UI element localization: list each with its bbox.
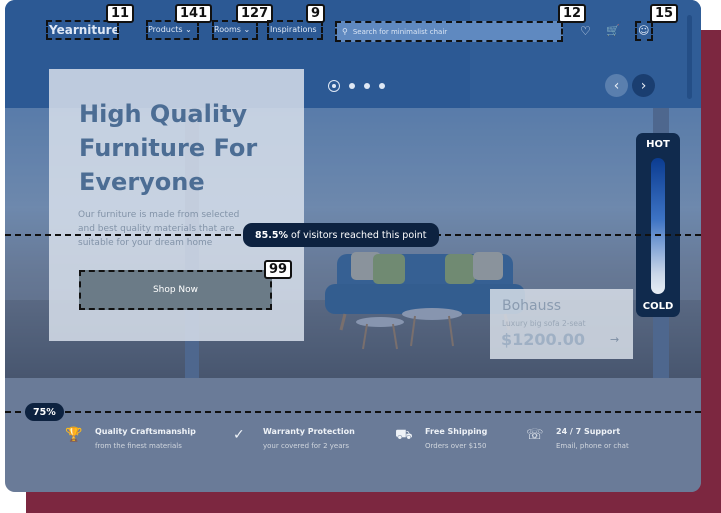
- feature-subtitle: Email, phone or chat: [556, 442, 629, 450]
- user-icon[interactable]: ☺: [638, 25, 649, 37]
- slider-dot[interactable]: [349, 83, 355, 89]
- trophy-icon: 🏆: [65, 427, 83, 443]
- scrollbar[interactable]: [687, 15, 692, 99]
- product-subtitle: Luxury big sofa 2-seat: [502, 319, 586, 328]
- next-arrow-button[interactable]: ›: [632, 74, 655, 97]
- click-zone-rooms: [212, 20, 258, 40]
- click-count-products: 141: [175, 4, 213, 23]
- feature-subtitle: your covered for 2 years: [263, 442, 350, 450]
- features-row: 🏆 Quality Craftsmanship from the finest …: [5, 418, 701, 478]
- product-name: Bohauss: [502, 298, 562, 314]
- headset-icon: ☏: [526, 427, 544, 443]
- heatmap-legend: HOT COLD: [636, 133, 680, 317]
- prev-arrow-button[interactable]: ‹: [605, 74, 628, 97]
- arrow-right-icon[interactable]: →: [610, 333, 619, 346]
- click-zone-inspirations: [267, 20, 323, 40]
- product-card[interactable]: Bohauss Luxury big sofa 2-seat $1200.00 …: [490, 289, 633, 359]
- scroll-reach-line: [5, 411, 701, 413]
- click-count-account: 15: [650, 4, 679, 23]
- click-count-logo: 11: [106, 4, 135, 23]
- click-count-inspirations: 9: [306, 4, 326, 23]
- cart-icon[interactable]: 🛒: [606, 25, 620, 37]
- slider-dot[interactable]: [328, 80, 340, 92]
- scroll-reach-percent: 85.5%: [255, 229, 288, 241]
- heart-icon[interactable]: ♡: [580, 25, 591, 37]
- scroll-reach-label: 85.5% of visitors reached this point: [243, 223, 439, 247]
- legend-cold-label: COLD: [642, 301, 674, 312]
- feature-subtitle: from the finest materials: [95, 442, 182, 450]
- legend-gradient: [651, 158, 665, 294]
- scroll-reach-text: of visitors reached this point: [287, 229, 427, 241]
- search-placeholder: Search for minimalist chair: [352, 27, 448, 36]
- slider-dot[interactable]: [364, 83, 370, 89]
- chevron-right-icon: ›: [640, 77, 647, 94]
- product-price: $1200.00: [501, 330, 586, 349]
- shop-now-button[interactable]: Shop Now: [79, 270, 272, 310]
- page-card: Yearniture 11 Products ⌄ 141 Rooms ⌄ 127…: [5, 0, 701, 492]
- click-count-search: 12: [558, 4, 587, 23]
- click-count-shop-now: 99: [264, 260, 293, 279]
- legend-hot-label: HOT: [646, 139, 670, 150]
- hero-headline: High Quality Furniture For Everyone: [79, 100, 258, 196]
- check-circle-icon: ✓: [233, 427, 245, 443]
- click-zone-logo: [46, 20, 119, 40]
- feature-subtitle: Orders over $150: [425, 442, 487, 450]
- feature-title: Warranty Protection: [263, 427, 355, 436]
- search-input[interactable]: ⚲ Search for minimalist chair: [335, 21, 563, 42]
- chevron-left-icon: ‹: [613, 77, 620, 94]
- slider-dot[interactable]: [379, 83, 385, 89]
- feature-title: Free Shipping: [425, 427, 488, 436]
- slider-dots: [328, 80, 385, 92]
- hero-panel: High Quality Furniture For Everyone Our …: [49, 69, 304, 341]
- feature-title: 24 / 7 Support: [556, 427, 621, 436]
- click-zone-products: [146, 20, 199, 40]
- truck-icon: ⛟: [395, 427, 413, 443]
- hero-description: Our furniture is made from selected and …: [78, 210, 240, 248]
- feature-title: Quality Craftsmanship: [95, 427, 196, 436]
- search-icon: ⚲: [342, 27, 348, 36]
